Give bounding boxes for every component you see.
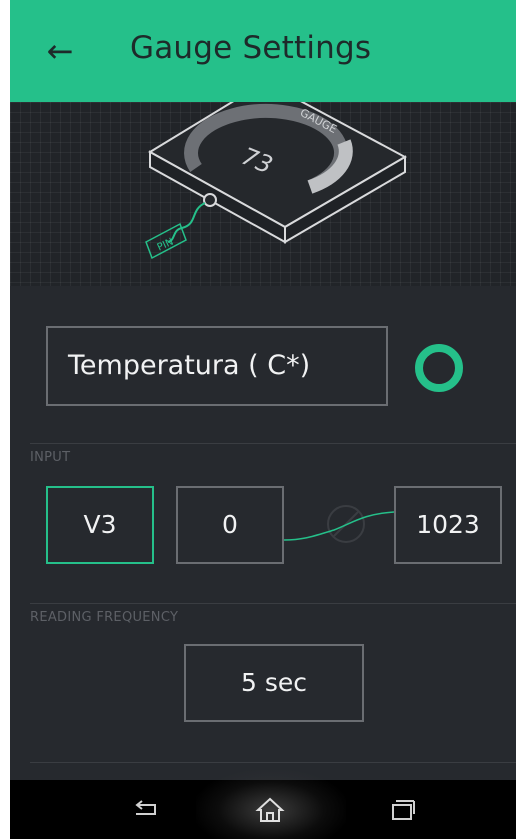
reading-frequency-select[interactable]: 5 sec [184,644,364,722]
max-value-input[interactable]: 1023 [394,486,502,564]
gauge-widget-drawing: 73 GAUGE PIN [145,102,408,260]
min-value-input[interactable]: 0 [176,486,284,564]
nav-back-icon [135,800,156,815]
input-section-label: INPUT [30,450,71,465]
page-title: Gauge Settings [130,30,372,66]
nav-recents-button[interactable] [382,790,422,830]
color-picker-button[interactable] [415,344,463,392]
reading-frequency-label: READING FREQUENCY [30,610,179,625]
widget-name-input[interactable]: Temperatura ( C*) [46,326,388,406]
recents-icon [392,800,415,820]
app-header: ← Gauge Settings [10,0,516,102]
android-nav-bar [10,770,516,839]
arrow-left-icon: ← [46,32,74,70]
back-button[interactable]: ← [40,28,80,74]
phone-screen: ← Gauge Settings 73 GAUGE PIN Temperatur… [10,0,516,839]
home-icon [255,797,285,822]
pin-select-button[interactable]: V3 [46,486,154,564]
mapping-curve-icon [284,505,394,543]
divider [30,443,516,444]
nav-home-button[interactable] [250,790,290,830]
divider [30,603,516,604]
nav-back-button[interactable] [126,790,166,830]
divider [30,762,516,763]
gauge-illustration: 73 GAUGE PIN [10,102,516,286]
